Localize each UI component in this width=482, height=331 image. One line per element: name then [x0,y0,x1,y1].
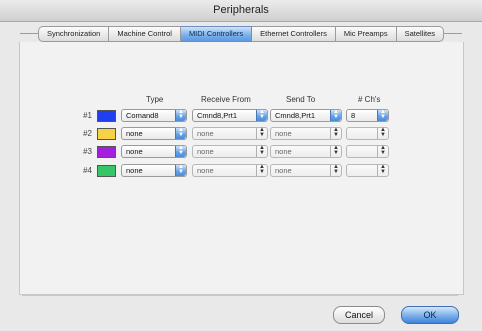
type-popup-value: none [126,129,143,138]
send-to-popup[interactable]: none ▲ ▼ [270,145,342,158]
peripherals-window: Peripherals Synchronization Machine Cont… [0,0,482,331]
ok-button[interactable]: OK [401,306,459,324]
send-to-popup-value: none [275,147,292,156]
column-header-receive-from: Receive From [201,95,251,104]
channels-popup[interactable]: ▲ ▼ [346,145,389,158]
row-label: #2 [83,129,92,138]
type-popup-value: none [126,166,143,175]
send-to-popup-value: none [275,129,292,138]
controller-color-swatch[interactable] [97,165,116,177]
updown-arrows-icon: ▲ ▼ [330,145,341,157]
tab-midi-controllers[interactable]: MIDI Controllers [180,26,253,42]
send-to-popup-value: Cmnd8,Prt1 [275,111,316,120]
updown-arrows-icon: ▲ ▼ [330,109,341,121]
type-popup-value: none [126,147,143,156]
receive-from-popup[interactable]: Cmnd8,Prt1 ▲ ▼ [192,109,268,122]
updown-arrows-icon: ▲ ▼ [377,127,388,139]
type-popup[interactable]: Comand8 ▲ ▼ [121,109,187,122]
receive-from-popup[interactable]: none ▲ ▼ [192,127,268,140]
updown-arrows-icon: ▲ ▼ [330,164,341,176]
receive-from-popup-value: Cmnd8,Prt1 [197,111,238,120]
updown-arrows-icon: ▲ ▼ [377,164,388,176]
row-label: #4 [83,166,92,175]
receive-from-popup-value: none [197,147,214,156]
receive-from-popup[interactable]: none ▲ ▼ [192,145,268,158]
controller-color-swatch[interactable] [97,110,116,122]
type-popup[interactable]: none ▲ ▼ [121,127,187,140]
window-title: Peripherals [0,0,482,22]
channels-popup[interactable]: ▲ ▼ [346,164,389,177]
tab-synchronization[interactable]: Synchronization [37,26,110,42]
send-to-popup[interactable]: none ▲ ▼ [270,164,342,177]
tab-bar: Synchronization Machine Control MIDI Con… [0,26,482,42]
column-header-type: Type [146,95,164,104]
updown-arrows-icon: ▲ ▼ [256,164,267,176]
send-to-popup-value: none [275,166,292,175]
send-to-popup[interactable]: Cmnd8,Prt1 ▲ ▼ [270,109,342,122]
tab-machine-control[interactable]: Machine Control [109,26,181,42]
divider [22,295,458,296]
updown-arrows-icon: ▲ ▼ [256,145,267,157]
row-label: #3 [83,147,92,156]
channels-popup[interactable]: ▲ ▼ [346,127,389,140]
receive-from-popup-value: none [197,129,214,138]
column-header-send-to: Send To [286,95,316,104]
updown-arrows-icon: ▲ ▼ [256,127,267,139]
updown-arrows-icon: ▲ ▼ [377,109,388,121]
controller-color-swatch[interactable] [97,146,116,158]
updown-arrows-icon: ▲ ▼ [256,109,267,121]
tab-mic-preamps[interactable]: Mic Preamps [335,26,397,42]
type-popup[interactable]: none ▲ ▼ [121,145,187,158]
tab-ethernet-controllers[interactable]: Ethernet Controllers [252,26,336,42]
controller-color-swatch[interactable] [97,128,116,140]
updown-arrows-icon: ▲ ▼ [175,145,186,157]
updown-arrows-icon: ▲ ▼ [175,109,186,121]
receive-from-popup[interactable]: none ▲ ▼ [192,164,268,177]
channels-popup-value: 8 [351,111,356,120]
updown-arrows-icon: ▲ ▼ [175,127,186,139]
send-to-popup[interactable]: none ▲ ▼ [270,127,342,140]
tab-satellites[interactable]: Satellites [396,26,445,42]
type-popup[interactable]: none ▲ ▼ [121,164,187,177]
updown-arrows-icon: ▲ ▼ [175,164,186,176]
channels-popup[interactable]: 8 ▲ ▼ [346,109,389,122]
updown-arrows-icon: ▲ ▼ [377,145,388,157]
type-popup-value: Comand8 [126,111,159,120]
column-header-channels: # Ch's [358,95,381,104]
cancel-button[interactable]: Cancel [333,306,385,324]
updown-arrows-icon: ▲ ▼ [330,127,341,139]
row-label: #1 [83,111,92,120]
receive-from-popup-value: none [197,166,214,175]
